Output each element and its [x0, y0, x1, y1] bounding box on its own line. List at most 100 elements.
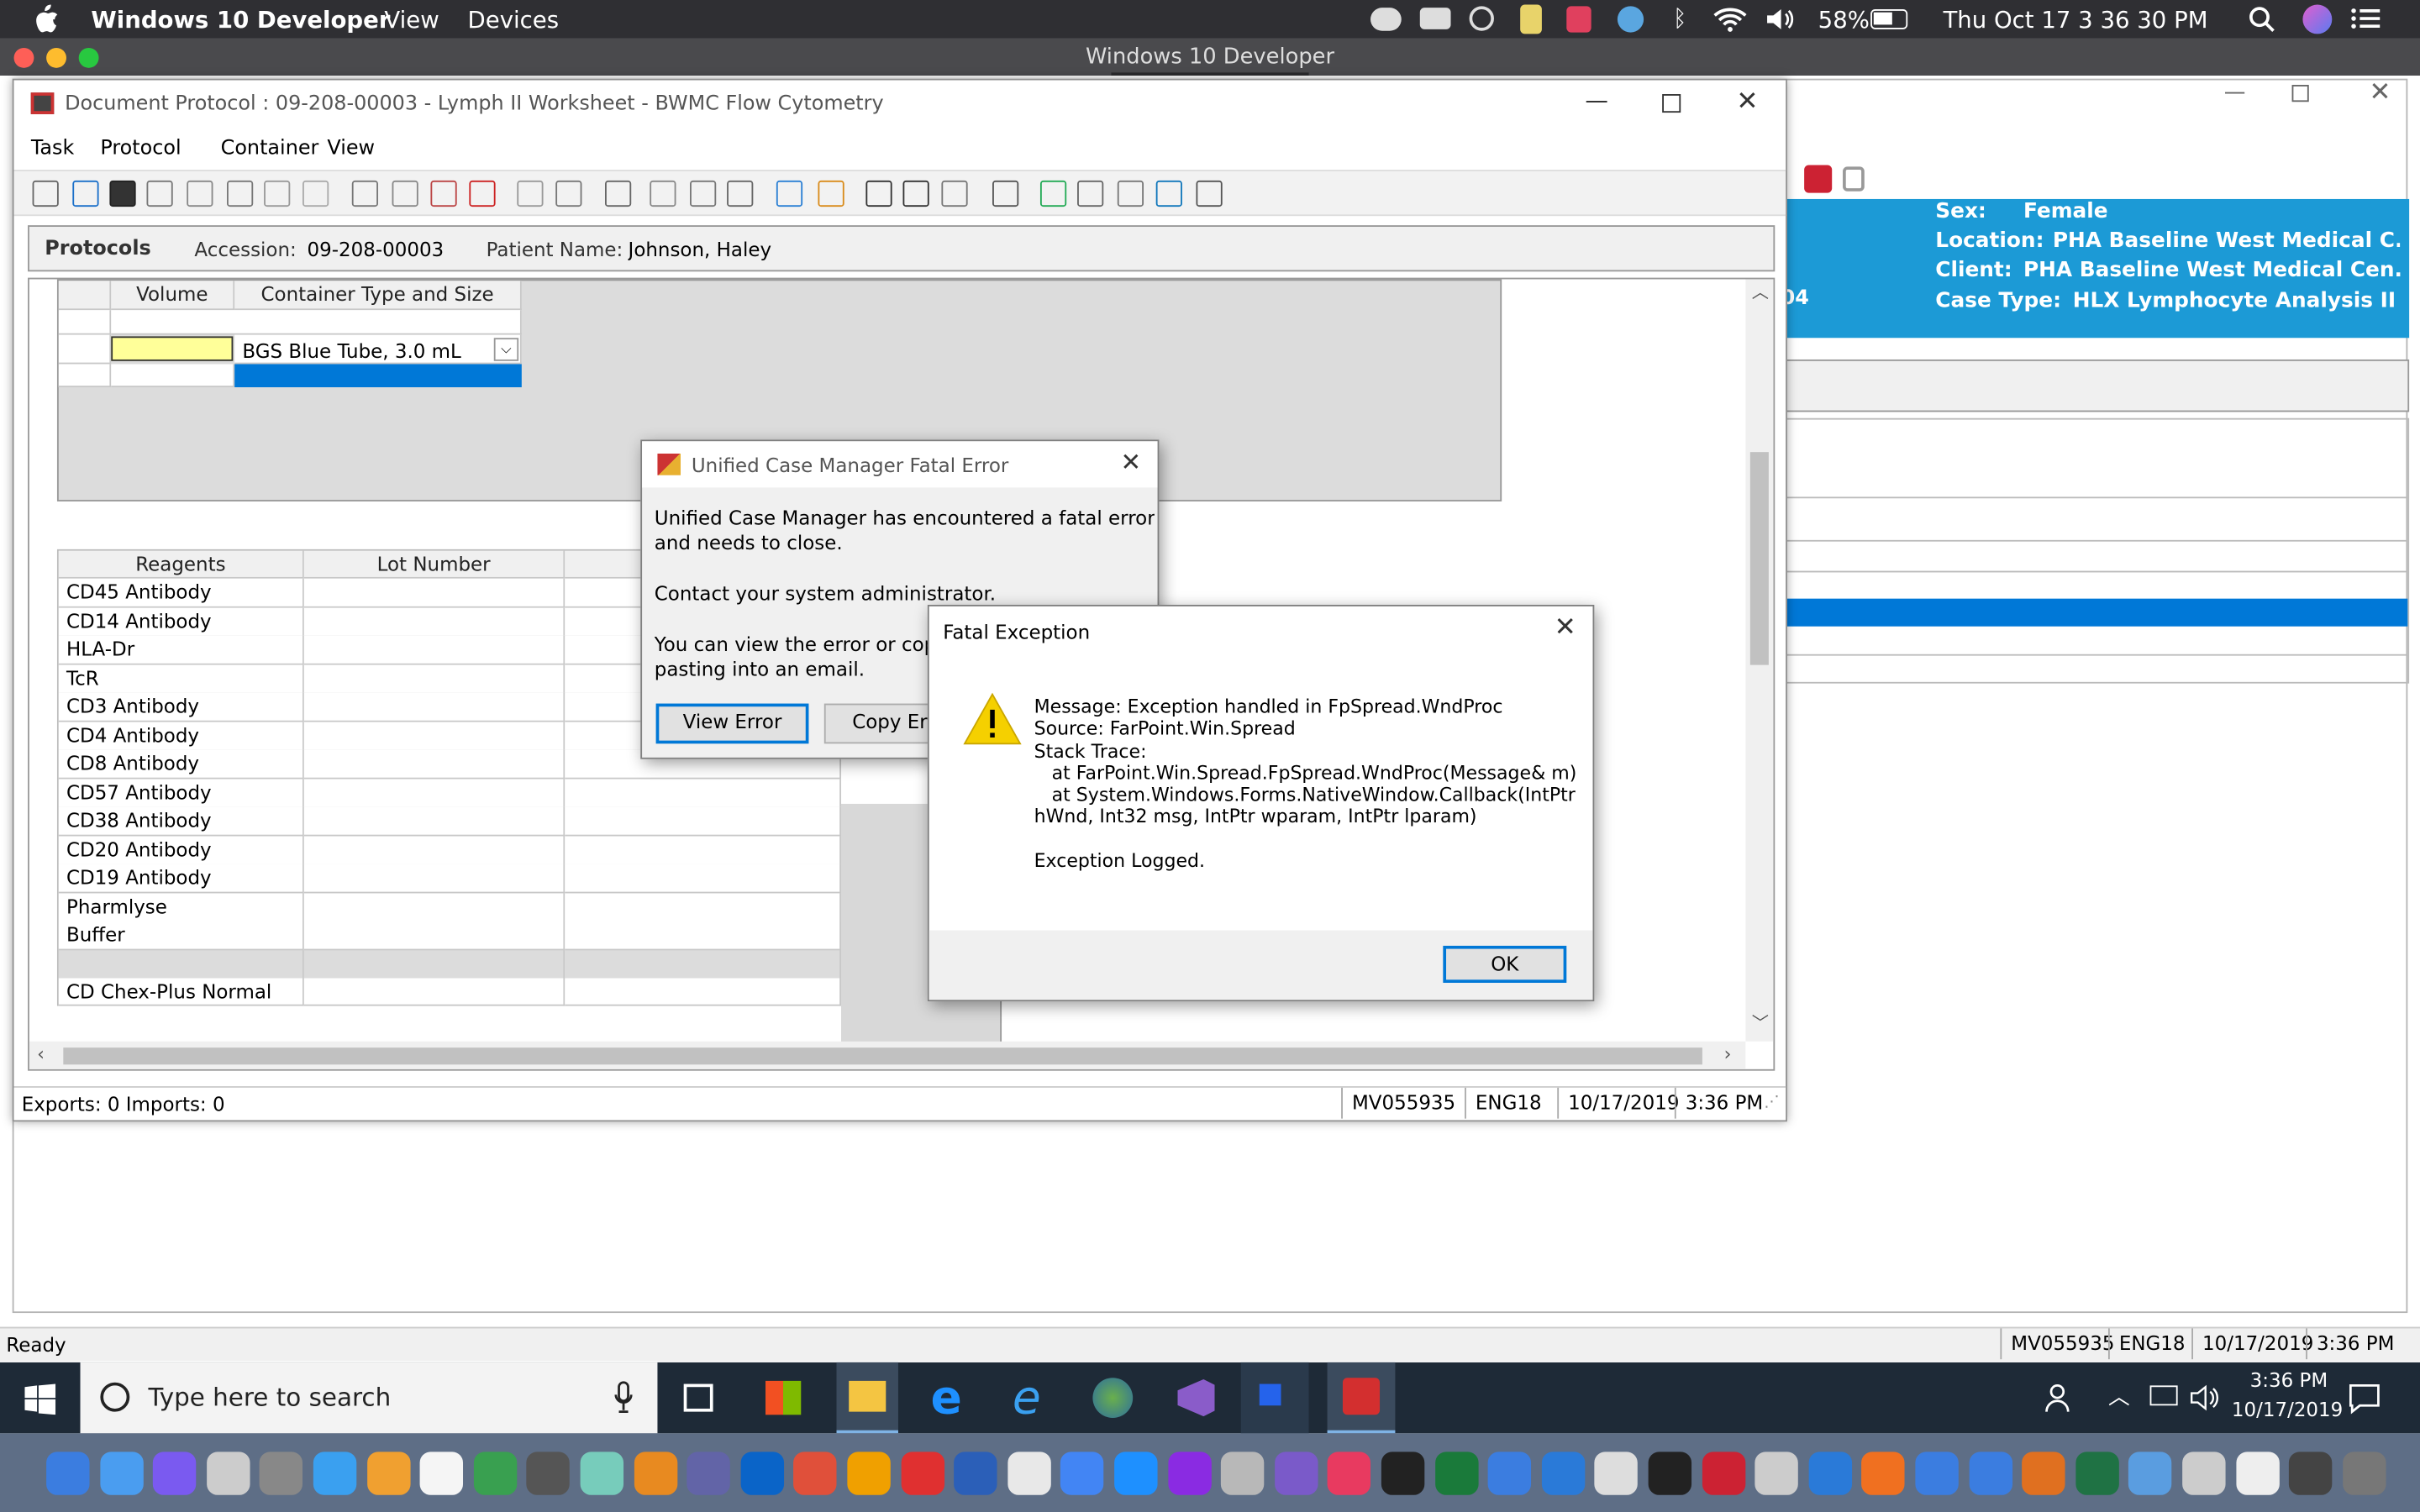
- ucm-app-task[interactable]: [1327, 1362, 1396, 1434]
- fatal-close-button[interactable]: ✕: [1555, 612, 1576, 643]
- toolbar-button-icon[interactable]: [555, 180, 582, 207]
- taskbar-search-placeholder[interactable]: Type here to search: [148, 1383, 391, 1412]
- reagent-name-cell[interactable]: CD19 Antibody: [58, 864, 304, 893]
- reagent-name-cell[interactable]: CD20 Antibody: [58, 836, 304, 865]
- toolbar-button-icon[interactable]: [818, 180, 844, 207]
- toolbar-button-icon[interactable]: [1077, 180, 1104, 207]
- toolbar-button-icon[interactable]: [1196, 180, 1223, 207]
- lot-number-cell[interactable]: [303, 806, 566, 836]
- dock-app-icon[interactable]: [473, 1452, 517, 1495]
- dock-app-icon[interactable]: [1060, 1452, 1104, 1495]
- remote-app-task[interactable]: [1240, 1362, 1309, 1434]
- toolbar-button-icon[interactable]: [392, 180, 418, 207]
- ok-button[interactable]: OK: [1443, 945, 1567, 984]
- lot-number-cell[interactable]: [303, 893, 566, 922]
- toolbar-button-icon[interactable]: [776, 180, 803, 207]
- reagents-header[interactable]: Reagents: [58, 550, 304, 579]
- dock-app-icon[interactable]: [634, 1452, 677, 1495]
- main-close-icon[interactable]: ✕: [2369, 77, 2391, 108]
- reagent-extra-cell[interactable]: [565, 864, 842, 893]
- scroll-down-icon[interactable]: ﹀: [1752, 1011, 1769, 1035]
- dock-app-icon[interactable]: [527, 1452, 571, 1495]
- toolbar-button-icon[interactable]: [605, 180, 632, 207]
- main-restore-icon[interactable]: [2291, 85, 2309, 102]
- toolbar-button-icon[interactable]: [469, 180, 496, 207]
- apple-icon[interactable]: [34, 4, 58, 33]
- store-icon[interactable]: [765, 1380, 802, 1415]
- dock-app-icon[interactable]: [1808, 1452, 1852, 1495]
- toolbar-button-icon[interactable]: [430, 180, 457, 207]
- lot-number-cell[interactable]: [303, 664, 566, 694]
- lot-number-cell[interactable]: [303, 607, 566, 637]
- mac-menu-view[interactable]: View: [384, 6, 439, 34]
- docker-icon[interactable]: [1419, 8, 1451, 29]
- action-center-icon[interactable]: [2348, 1381, 2381, 1415]
- doc-maximize-button[interactable]: [1662, 94, 1681, 113]
- dock-app-icon[interactable]: [740, 1452, 784, 1495]
- lot-number-cell[interactable]: [303, 692, 566, 722]
- reagent-name-cell[interactable]: CD57 Antibody: [58, 779, 304, 808]
- dock-app-icon[interactable]: [1754, 1452, 1799, 1495]
- dock-app-icon[interactable]: [847, 1452, 891, 1495]
- ucm-close-button[interactable]: ✕: [1120, 448, 1141, 477]
- task-view-icon[interactable]: [683, 1383, 713, 1412]
- lock-icon[interactable]: [1843, 166, 1865, 192]
- taskbar-search-box[interactable]: Type here to search: [80, 1362, 658, 1434]
- shield-app-icon[interactable]: [1566, 6, 1591, 33]
- toolbar-button-icon[interactable]: [902, 180, 929, 207]
- globe-app-icon[interactable]: [1092, 1378, 1134, 1418]
- lot-number-cell[interactable]: [303, 779, 566, 808]
- reagent-name-cell[interactable]: CD38 Antibody: [58, 806, 304, 836]
- doc-close-button[interactable]: ✕: [1736, 87, 1758, 118]
- reagent-name-cell[interactable]: CD4 Antibody: [58, 722, 304, 751]
- toolbar-button-icon[interactable]: [1117, 180, 1144, 207]
- dock-app-icon[interactable]: [2128, 1452, 2173, 1495]
- tool-icon[interactable]: [1804, 165, 1833, 193]
- dock-app-icon[interactable]: [260, 1452, 303, 1495]
- reagent-name-cell[interactable]: HLA-Dr: [58, 635, 304, 664]
- lot-number-cell[interactable]: [303, 978, 566, 1006]
- reagent-name-cell[interactable]: CD14 Antibody: [58, 607, 304, 637]
- edge-icon[interactable]: e: [931, 1372, 962, 1425]
- notification-center-icon[interactable]: [2350, 8, 2381, 31]
- vertical-scroll-thumb[interactable]: [1749, 452, 1769, 665]
- toolbar-button-icon[interactable]: [865, 180, 892, 207]
- network-icon[interactable]: [2149, 1385, 2178, 1406]
- dock-app-icon[interactable]: [1167, 1452, 1212, 1495]
- battery-icon[interactable]: [1870, 9, 1908, 29]
- reagent-extra-cell[interactable]: [565, 806, 842, 836]
- toolbar-button-icon[interactable]: [302, 180, 329, 207]
- dock-app-icon[interactable]: [153, 1452, 197, 1495]
- lot-number-cell[interactable]: [303, 950, 566, 979]
- battery-percent[interactable]: 58%: [1818, 6, 1870, 34]
- reagent-extra-cell[interactable]: [565, 978, 842, 1006]
- toolbar-button-icon[interactable]: [1039, 180, 1067, 207]
- reagent-extra-cell[interactable]: [565, 836, 842, 865]
- right-list-selected-row[interactable]: [1786, 598, 2408, 627]
- dock-app-icon[interactable]: [580, 1452, 624, 1495]
- toolbar-button-icon[interactable]: [32, 180, 59, 207]
- reagent-extra-cell[interactable]: [565, 921, 842, 950]
- dock-app-icon[interactable]: [687, 1452, 731, 1495]
- people-icon[interactable]: [2045, 1383, 2076, 1414]
- toolbar-button-icon[interactable]: [72, 180, 99, 207]
- lot-number-cell[interactable]: [303, 864, 566, 893]
- reagent-extra-cell[interactable]: [565, 779, 842, 808]
- taskbar-date[interactable]: 10/17/2019: [2232, 1398, 2343, 1421]
- dock-app-icon[interactable]: [793, 1452, 838, 1495]
- lot-number-cell[interactable]: [303, 836, 566, 865]
- container-type-header[interactable]: Container Type and Size: [234, 281, 522, 311]
- dock-app-icon[interactable]: [2022, 1452, 2065, 1495]
- lot-number-cell[interactable]: [303, 749, 566, 779]
- main-minimize-icon[interactable]: —: [2224, 81, 2246, 105]
- scroll-up-icon[interactable]: ︿: [1752, 279, 1769, 303]
- internet-explorer-icon[interactable]: e: [1013, 1372, 1041, 1425]
- toolbar-button-icon[interactable]: [146, 180, 173, 207]
- toolbar-button-icon[interactable]: [109, 180, 136, 207]
- chevron-up-icon[interactable]: ︿: [2108, 1381, 2130, 1412]
- container-selected-cell[interactable]: [234, 364, 522, 388]
- globe-icon[interactable]: [1617, 6, 1644, 33]
- toolbar-button-icon[interactable]: [351, 180, 379, 207]
- lot-number-cell[interactable]: [303, 635, 566, 664]
- spotlight-search-icon[interactable]: [2249, 6, 2275, 33]
